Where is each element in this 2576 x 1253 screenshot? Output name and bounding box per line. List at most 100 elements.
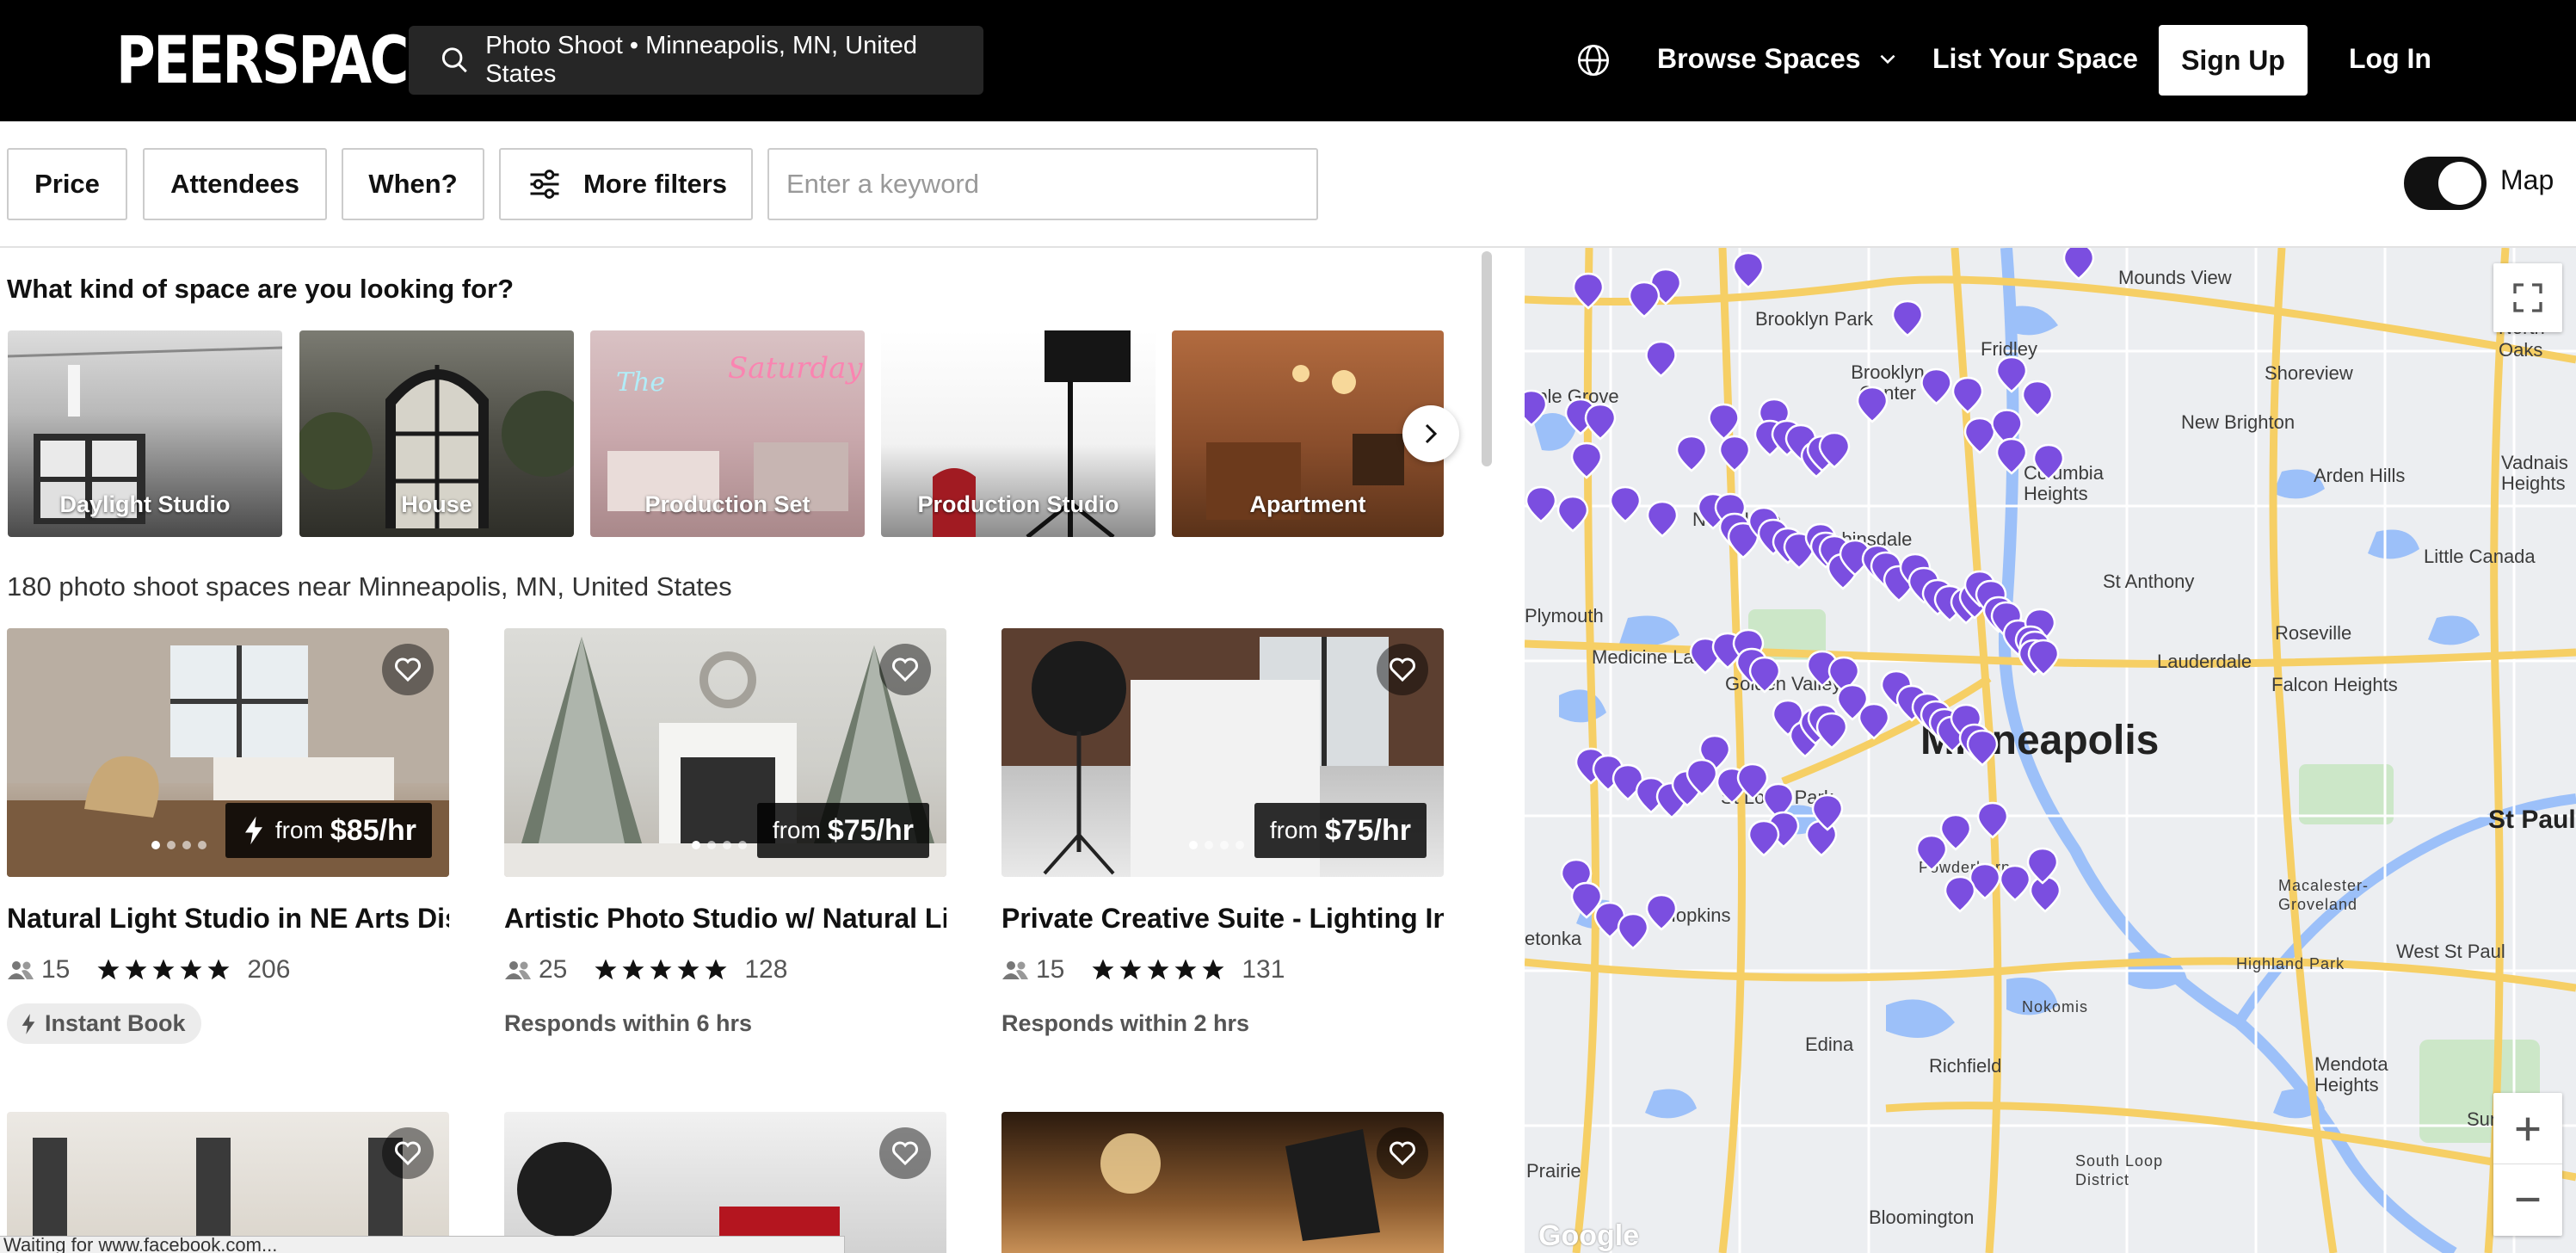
map-pin[interactable] bbox=[1915, 834, 1948, 872]
map-pin[interactable] bbox=[1628, 281, 1661, 318]
favorite-heart-button[interactable] bbox=[879, 644, 931, 695]
map-pin[interactable] bbox=[1856, 386, 1889, 423]
map-pin[interactable] bbox=[1556, 495, 1589, 533]
listing-photo[interactable]: from $75/hr bbox=[1001, 628, 1444, 877]
map-pin[interactable] bbox=[1858, 702, 1890, 740]
more-filters-label: More filters bbox=[582, 169, 728, 199]
star-rating bbox=[96, 957, 231, 983]
map-pin[interactable] bbox=[1963, 417, 1996, 454]
listing-card[interactable]: from $75/hr Artistic Photo Studio w/ Nat… bbox=[504, 628, 946, 1037]
listing-card-partial[interactable] bbox=[504, 1112, 946, 1253]
map-pin[interactable] bbox=[1525, 485, 1557, 523]
map-pin[interactable] bbox=[1891, 299, 1924, 337]
lightning-icon bbox=[22, 1013, 35, 1034]
photo-carousel-dots[interactable] bbox=[692, 841, 747, 849]
heart-icon bbox=[1390, 1141, 1415, 1166]
map-pin[interactable] bbox=[1708, 403, 1740, 441]
listing-card[interactable]: from $75/hr Private Creative Suite - Lig… bbox=[1001, 628, 1444, 1037]
listing-card-partial[interactable] bbox=[7, 1112, 449, 1253]
map-pin[interactable] bbox=[1718, 435, 1751, 472]
price-filter-button[interactable]: Price bbox=[7, 148, 127, 220]
map-pin[interactable] bbox=[1747, 819, 1780, 857]
star-icon bbox=[677, 959, 699, 980]
favorite-heart-button[interactable] bbox=[879, 1127, 931, 1179]
favorite-heart-button[interactable] bbox=[1377, 644, 1428, 695]
peerspace-logo[interactable]: PEERSPACE bbox=[116, 24, 444, 96]
list-your-space-link[interactable]: List Your Space bbox=[1932, 38, 2138, 79]
map-pin[interactable] bbox=[1748, 656, 1781, 694]
heart-icon bbox=[892, 1141, 918, 1166]
map-pin[interactable] bbox=[1617, 912, 1649, 950]
people-icon bbox=[505, 961, 531, 979]
favorite-heart-button[interactable] bbox=[382, 1127, 434, 1179]
category-tile-production-set[interactable]: Saturday The Production Set bbox=[590, 330, 865, 537]
map-pin[interactable] bbox=[1525, 389, 1548, 427]
sign-up-button[interactable]: Sign Up bbox=[2159, 25, 2308, 96]
listing-title[interactable]: Artistic Photo Studio w/ Natural Li... bbox=[504, 903, 946, 935]
keyword-input[interactable]: Enter a keyword bbox=[767, 148, 1318, 220]
search-text: Photo Shoot • Minneapolis, MN, United St… bbox=[485, 32, 917, 88]
svg-text:Saturday: Saturday bbox=[728, 351, 863, 386]
more-filters-button[interactable]: More filters bbox=[499, 148, 753, 220]
listing-photo[interactable]: from $75/hr bbox=[504, 628, 946, 877]
instant-book-label: Instant Book bbox=[45, 1010, 186, 1036]
category-tile-production-studio[interactable]: Production Studio bbox=[881, 330, 1156, 537]
map-pin[interactable] bbox=[1609, 485, 1642, 523]
listing-card[interactable]: from $85/hr Natural Light Studio in NE A… bbox=[7, 628, 449, 1044]
favorite-heart-button[interactable] bbox=[382, 644, 434, 695]
map-pins[interactable] bbox=[1525, 248, 2576, 1253]
results-scrollbar[interactable] bbox=[1473, 248, 1525, 1253]
map-pin[interactable] bbox=[2062, 248, 2095, 281]
map-panel[interactable]: Mounds View Brooklyn Park Brooklyn Cente… bbox=[1525, 248, 2576, 1253]
category-next-button[interactable] bbox=[1402, 405, 1459, 462]
map-pin[interactable] bbox=[1944, 875, 1976, 913]
zoom-controls[interactable] bbox=[2493, 1093, 2562, 1236]
rating-count: 131 bbox=[1242, 955, 1285, 984]
listing-title[interactable]: Natural Light Studio in NE Arts Dis... bbox=[7, 903, 449, 935]
map-pin[interactable] bbox=[1966, 729, 1999, 767]
when-filter-button[interactable]: When? bbox=[342, 148, 484, 220]
map-pin[interactable] bbox=[1995, 437, 2028, 475]
listing-photo[interactable]: from $85/hr bbox=[7, 628, 449, 877]
map-pin[interactable] bbox=[1815, 712, 1848, 750]
map-pin[interactable] bbox=[1951, 376, 1984, 414]
results-pane: What kind of space are you looking for? … bbox=[0, 248, 1473, 1253]
map-pin[interactable] bbox=[1572, 272, 1605, 310]
photo-carousel-dots[interactable] bbox=[1189, 841, 1244, 849]
map-pin[interactable] bbox=[2021, 380, 2054, 417]
map-pin[interactable] bbox=[1675, 435, 1708, 472]
map-pin[interactable] bbox=[1584, 403, 1617, 441]
browse-spaces-menu[interactable]: Browse Spaces bbox=[1657, 38, 1899, 79]
map-pin[interactable] bbox=[1976, 801, 2009, 839]
map-pin[interactable] bbox=[1645, 340, 1677, 378]
zoom-in-button[interactable] bbox=[2493, 1094, 2562, 1164]
map-pin[interactable] bbox=[2032, 443, 2065, 481]
map-toggle[interactable] bbox=[2404, 157, 2487, 210]
map-pin[interactable] bbox=[1995, 355, 2028, 393]
map-pin[interactable] bbox=[1999, 864, 2031, 902]
log-in-link[interactable]: Log In bbox=[2349, 38, 2431, 79]
map-pin-cluster[interactable] bbox=[1525, 248, 2095, 950]
fullscreen-button[interactable] bbox=[2493, 263, 2562, 332]
map-pin[interactable] bbox=[1570, 441, 1603, 479]
map-pin[interactable] bbox=[1645, 893, 1678, 931]
search-bar[interactable]: Photo Shoot • Minneapolis, MN, United St… bbox=[409, 26, 983, 95]
category-tile-house[interactable]: House bbox=[299, 330, 574, 537]
price-from: from bbox=[274, 817, 324, 843]
map-pin[interactable] bbox=[1732, 251, 1765, 289]
map-pin[interactable] bbox=[1646, 500, 1679, 538]
attendees-filter-button[interactable]: Attendees bbox=[143, 148, 327, 220]
category-tile-daylight-studio[interactable]: Daylight Studio bbox=[8, 330, 282, 537]
map-pin[interactable] bbox=[1920, 367, 1952, 405]
toggle-knob bbox=[2438, 162, 2481, 205]
filter-bar: Price Attendees When? More filters Enter… bbox=[0, 121, 2576, 248]
photo-carousel-dots[interactable] bbox=[151, 841, 206, 849]
listing-card-partial[interactable] bbox=[1001, 1112, 1444, 1253]
globe-icon[interactable] bbox=[1576, 43, 1611, 77]
zoom-out-button[interactable] bbox=[2493, 1164, 2562, 1235]
browse-spaces-label: Browse Spaces bbox=[1657, 43, 1861, 74]
guest-capacity: 25 bbox=[539, 955, 568, 984]
scrollbar-thumb[interactable] bbox=[1482, 251, 1492, 466]
favorite-heart-button[interactable] bbox=[1377, 1127, 1428, 1179]
listing-title[interactable]: Private Creative Suite - Lighting In... bbox=[1001, 903, 1444, 935]
